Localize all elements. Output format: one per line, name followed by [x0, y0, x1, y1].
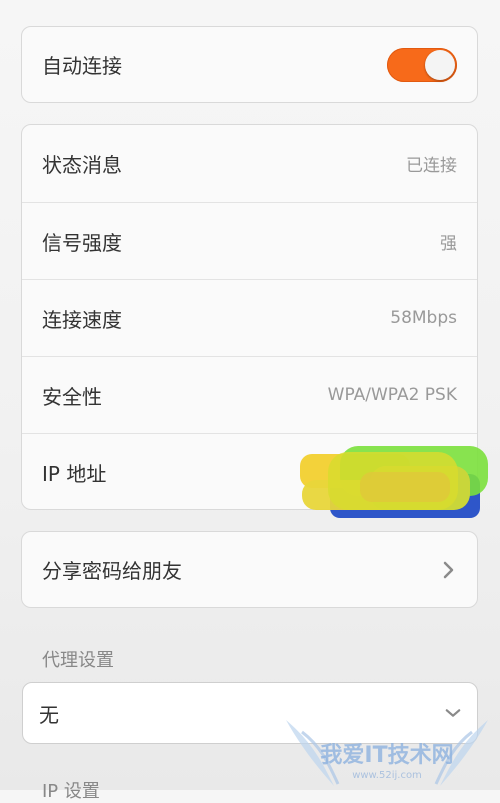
- ip-settings-section-title: IP 设置: [42, 781, 100, 802]
- security-row: 安全性 WPA/WPA2 PSK: [22, 356, 477, 433]
- redaction-scribble: [300, 446, 488, 518]
- auto-connect-toggle[interactable]: [387, 47, 457, 82]
- speed-row: 连接速度 58Mbps: [22, 279, 477, 356]
- watermark-logo: 我爱IT技术网 www.52ij.com: [286, 720, 488, 786]
- ip-address-label: IP 地址: [42, 461, 107, 486]
- speed-label: 连接速度: [42, 307, 122, 332]
- toggle-knob: [425, 49, 455, 80]
- chevron-right-icon: [441, 561, 457, 578]
- signal-label: 信号强度: [42, 230, 122, 255]
- auto-connect-card: 自动连接: [21, 26, 478, 103]
- security-value: WPA/WPA2 PSK: [327, 385, 457, 405]
- signal-row: 信号强度 强: [22, 202, 477, 279]
- status-label: 状态消息: [42, 153, 122, 177]
- proxy-selected-value: 无: [39, 702, 59, 727]
- auto-connect-label: 自动连接: [42, 54, 122, 78]
- svg-text:www.52ij.com: www.52ij.com: [352, 770, 422, 781]
- share-password-row[interactable]: 分享密码给朋友: [22, 532, 477, 607]
- proxy-section-title: 代理设置: [42, 650, 114, 671]
- share-password-label: 分享密码给朋友: [42, 559, 182, 583]
- signal-value: 强: [440, 233, 457, 254]
- speed-value: 58Mbps: [390, 308, 457, 328]
- svg-text:我爱IT技术网: 我爱IT技术网: [320, 743, 453, 768]
- share-password-card[interactable]: 分享密码给朋友: [21, 531, 478, 608]
- auto-connect-row[interactable]: 自动连接: [22, 27, 477, 102]
- status-row: 状态消息 已连接: [22, 125, 477, 202]
- status-value: 已连接: [406, 156, 457, 176]
- security-label: 安全性: [42, 384, 102, 409]
